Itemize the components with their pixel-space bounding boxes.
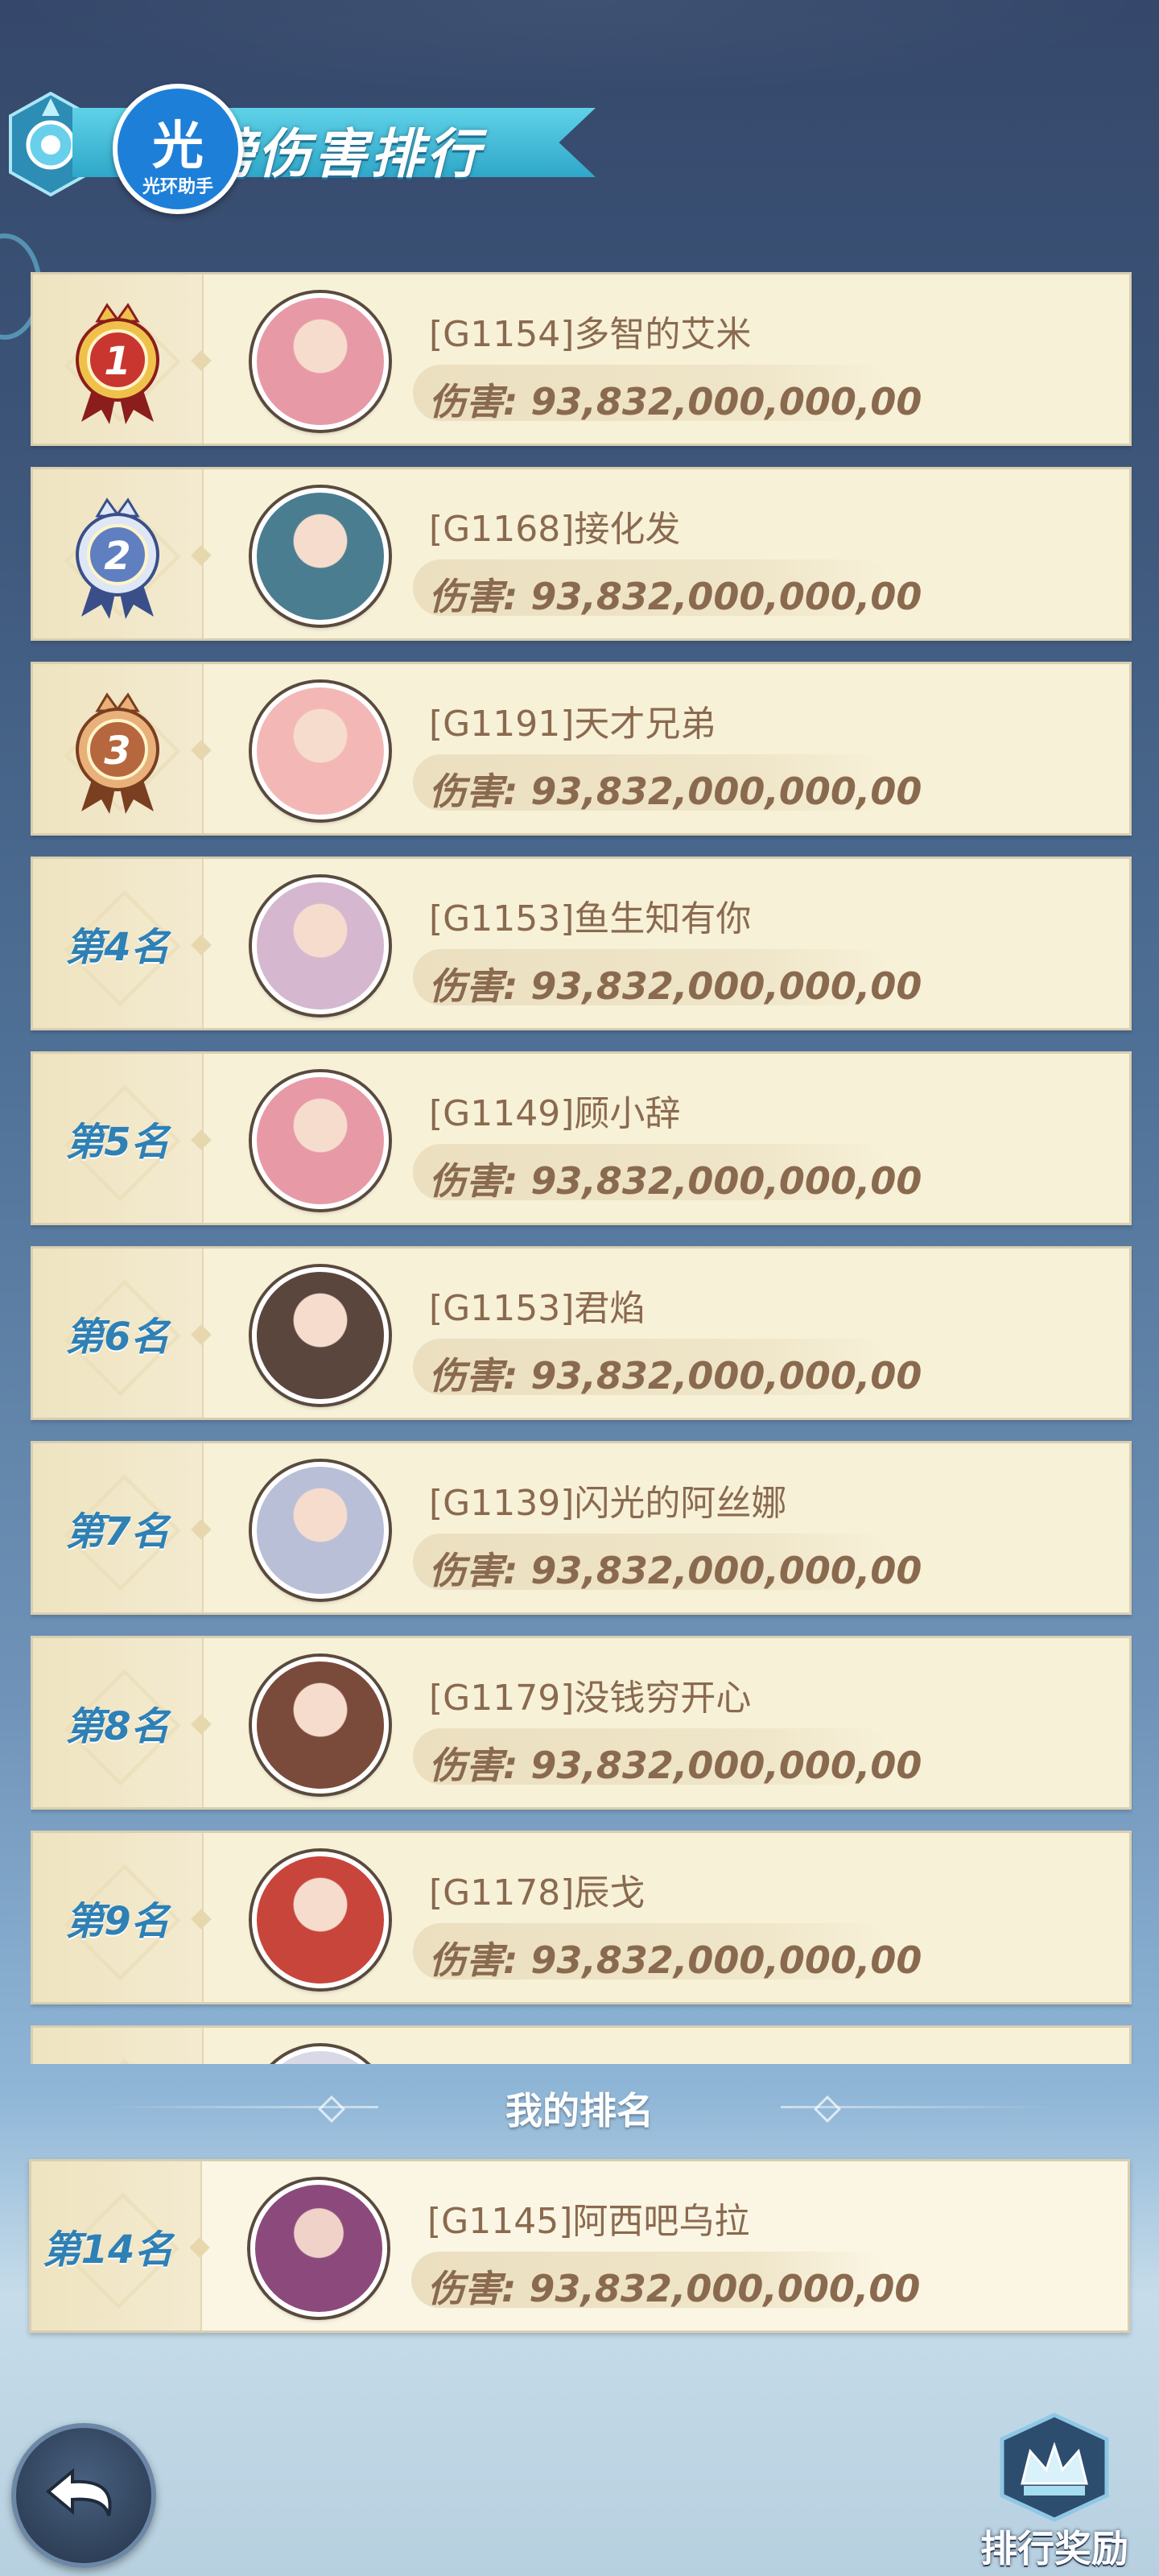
avatar[interactable] — [252, 877, 389, 1014]
logo-main-text: 光 — [152, 117, 204, 176]
player-name: [G1139]闪光的阿丝娜 — [429, 1483, 787, 1524]
player-name: [G1145]阿西吧乌拉 — [427, 2201, 750, 2242]
logo-sub-text: 光环助手 — [142, 177, 213, 197]
damage-value: 伤害: 93,832,000,000,00 — [429, 1549, 922, 1592]
ranking-reward-button[interactable]: 排行奖励 — [966, 2407, 1143, 2576]
player-name: [G1179]没钱穷开心 — [429, 1678, 752, 1719]
damage-value: 伤害: 93,832,000,000,00 — [427, 2267, 921, 2310]
avatar[interactable] — [252, 2046, 389, 2064]
my-rank-title: 我的排名 — [505, 2089, 654, 2132]
ranking-row[interactable]: 第7名 [G1139]闪光的阿丝娜 伤害: 93,832,000,000,00 — [31, 1441, 1132, 1615]
medal-2-icon: 2 — [76, 497, 159, 619]
avatar[interactable] — [250, 2180, 387, 2317]
rank-label: 第7名 — [65, 1509, 170, 1554]
ranking-row[interactable]: 第9名 [G1178]辰戈 伤害: 93,832,000,000,00 — [31, 1831, 1132, 2004]
player-name: [G1153]鱼生知有你 — [429, 898, 752, 939]
ranking-list[interactable]: 1 [G1154]多智的艾米 伤害: 93,832,000,000,00 2 [… — [31, 272, 1133, 2064]
app-logo: 光 光环助手 — [113, 84, 243, 214]
player-name: [G1178]辰戈 — [429, 1872, 645, 1913]
rank-panel — [33, 2028, 204, 2064]
ranking-row[interactable]: 第6名 [G1153]君焰 伤害: 93,832,000,000,00 — [31, 1246, 1132, 1420]
avatar[interactable] — [252, 1462, 389, 1599]
player-name: [G1191]天才兄弟 — [429, 704, 716, 745]
ranking-row[interactable]: 第4名 [G1153]鱼生知有你 伤害: 93,832,000,000,00 — [31, 857, 1132, 1030]
back-button[interactable] — [11, 2423, 156, 2568]
damage-value: 伤害: 93,832,000,000,00 — [429, 380, 922, 423]
avatar[interactable] — [252, 683, 389, 819]
damage-value: 伤害: 93,832,000,000,00 — [429, 770, 922, 813]
damage-value: 伤害: 93,832,000,000,00 — [429, 1354, 922, 1397]
rank-label: 第4名 — [65, 925, 170, 970]
damage-value: 伤害: 93,832,000,000,00 — [429, 964, 922, 1008]
player-name: [G1149]顾小辞 — [429, 1093, 681, 1134]
divider-line-right — [781, 2106, 1054, 2108]
damage-value: 伤害: 93,832,000,000,00 — [429, 575, 922, 618]
ranking-row[interactable]: 第5名 [G1149]顾小辞 伤害: 93,832,000,000,00 — [31, 1051, 1132, 1225]
rank-label: 第9名 — [65, 1899, 170, 1944]
ranking-row[interactable]: 3 [G1191]天才兄弟 伤害: 93,832,000,000,00 — [31, 662, 1132, 836]
damage-value: 伤害: 93,832,000,000,00 — [429, 1938, 922, 1982]
page-title: 榜伤害排行 — [201, 123, 483, 185]
crown-badge-icon — [1000, 2413, 1109, 2522]
rank-label: 第6名 — [65, 1315, 170, 1360]
medal-1-icon: 1 — [76, 303, 159, 424]
avatar[interactable] — [252, 1657, 389, 1794]
ranking-row-partial[interactable] — [31, 2025, 1132, 2064]
medal-3-icon: 3 — [76, 692, 159, 814]
medal-number: 1 — [104, 339, 130, 384]
avatar[interactable] — [252, 293, 389, 430]
player-name: [G1153]君焰 — [429, 1288, 645, 1329]
avatar[interactable] — [252, 1852, 389, 1988]
ranking-row[interactable]: 2 [G1168]接化发 伤害: 93,832,000,000,00 — [31, 467, 1132, 641]
avatar[interactable] — [252, 1267, 389, 1404]
rank-label: 第14名 — [42, 2227, 174, 2273]
ranking-row[interactable]: 1 [G1154]多智的艾米 伤害: 93,832,000,000,00 — [31, 272, 1132, 446]
header-banner: 榜伤害排行 光 光环助手 — [0, 80, 628, 214]
ranking-row[interactable]: 第8名 [G1179]没钱穷开心 伤害: 93,832,000,000,00 — [31, 1636, 1132, 1810]
medal-number: 3 — [104, 729, 130, 774]
avatar[interactable] — [252, 1072, 389, 1209]
rank-label: 第8名 — [65, 1704, 170, 1749]
my-rank-header: 我的排名 — [105, 2075, 1054, 2140]
damage-value: 伤害: 93,832,000,000,00 — [429, 1744, 922, 1787]
my-rank-row[interactable]: 第14名 [G1145]阿西吧乌拉 伤害: 93,832,000,000,00 — [29, 2159, 1130, 2333]
reward-label: 排行奖励 — [980, 2527, 1128, 2570]
player-name: [G1168]接化发 — [429, 509, 681, 550]
back-arrow-icon — [45, 2467, 112, 2516]
medal-number: 2 — [104, 534, 130, 579]
avatar[interactable] — [252, 488, 389, 625]
rank-label: 第5名 — [65, 1120, 170, 1165]
player-name: [G1154]多智的艾米 — [429, 314, 752, 355]
damage-value: 伤害: 93,832,000,000,00 — [429, 1159, 922, 1203]
